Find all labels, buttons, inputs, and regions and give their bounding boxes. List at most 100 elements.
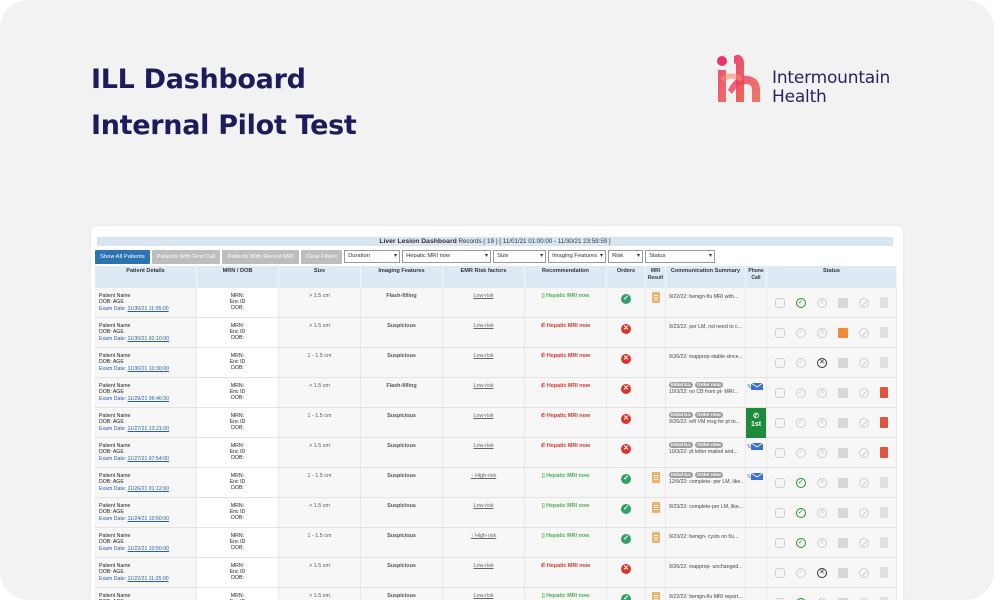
duration-select[interactable]: Duration [344,250,401,263]
calendar-icon[interactable] [838,327,849,338]
exam-date-link[interactable]: 11/27/21 07:54:00 [128,456,169,462]
ban-icon[interactable] [859,417,870,428]
x-circle-icon[interactable]: ✕ [816,387,827,398]
exam-date-link[interactable]: 11/30/21 02:10:00 [128,336,169,342]
recent-mri-button[interactable]: Patients With Recent MRI [222,249,299,264]
alarm-clock-icon[interactable] [774,447,785,458]
exam-date-link[interactable]: 11/30/21 10:30:00 [128,366,169,372]
first-call-button[interactable]: Patients With First Call [151,249,221,264]
clipboard-icon[interactable] [880,297,889,308]
comm-text[interactable]: 9/26/22: inapprop-stable since... [669,354,743,361]
clipboard-icon[interactable] [880,357,889,368]
ban-icon[interactable] [859,477,870,488]
risk-link[interactable]: Low-risk [473,293,493,299]
table-row[interactable]: Patient Name DOB: AGE Exam Date: 11/30/21 … [95,348,897,378]
comm-text[interactable]: 10/3/22: no CB from pt- MRI... [669,389,743,396]
risk-select[interactable]: Risk [608,250,644,263]
risk-link[interactable]: High-risk [471,473,496,479]
order-check-icon[interactable]: ✓ [621,594,631,600]
alarm-clock-icon[interactable] [774,507,785,518]
clipboard-icon[interactable] [880,507,889,518]
check-circle-icon[interactable]: ✓ [795,507,806,518]
order-x-icon[interactable]: ✕ [621,444,631,454]
x-circle-icon[interactable]: ✕ [816,477,827,488]
order-check-icon[interactable]: ✓ [621,504,631,514]
comm-text[interactable]: 9/23/22: per LM, nsl need to c... [669,324,743,331]
order-x-icon[interactable]: ✕ [621,564,631,574]
risk-link[interactable]: Low-risk [473,593,493,599]
calendar-icon[interactable] [838,357,849,368]
exam-date-link[interactable]: 11/30/21 11:05:00 [128,306,169,312]
mri-report-icon[interactable] [651,502,660,513]
first-call-badge[interactable]: ✆ 1st [746,408,766,438]
table-row[interactable]: Patient Name DOB: AGE Exam Date: 11/30/21 … [95,318,897,348]
size-select[interactable]: Size [493,250,547,263]
x-circle-icon[interactable]: ✕ [816,537,827,548]
comm-text[interactable]: 9/26/22: inapprop- unchanged... [669,564,743,571]
ban-icon[interactable] [859,447,870,458]
calendar-icon[interactable] [838,387,849,398]
order-x-icon[interactable]: ✕ [621,354,631,364]
exam-date[interactable]: Exam Date: 11/22/21 11:25:00 [99,576,169,582]
table-row[interactable]: Patient Name DOB: AGE Exam Date: 11/22/21 … [95,528,897,558]
x-circle-icon[interactable]: ✕ [816,327,827,338]
comm-text[interactable]: 9/23/22: complete-per LM, like... [669,504,743,511]
exam-date-link[interactable]: 11/22/21 10:50:00 [128,546,169,552]
ban-icon[interactable] [859,507,870,518]
exam-date[interactable]: Exam Date: 11/27/21 13:21:00 [99,426,169,432]
check-circle-icon[interactable]: ✓ [795,357,806,368]
risk-link[interactable]: Low-risk [473,413,493,419]
alarm-clock-icon[interactable] [774,327,785,338]
x-circle-icon[interactable]: ✕ [816,357,827,368]
alarm-clock-icon[interactable] [774,477,785,488]
exam-date[interactable]: Exam Date: 11/30/21 02:10:00 [99,336,169,342]
ban-icon[interactable] [859,297,870,308]
risk-link[interactable]: Low-risk [473,503,493,509]
x-circle-icon[interactable]: ✕ [816,567,827,578]
check-circle-icon[interactable]: ✓ [795,447,806,458]
order-x-icon[interactable]: ✕ [621,324,631,334]
table-row[interactable]: Patient Name DOB: AGE Exam Date: 11/27/21 … [95,438,897,468]
status-select[interactable]: Status [645,250,716,263]
order-x-icon[interactable]: ✕ [621,414,631,424]
table-row[interactable]: Patient Name DOB: AGE Exam Date: 11/22/21 … [95,558,897,588]
alarm-clock-icon[interactable] [774,567,785,578]
table-row[interactable]: Patient Name DOB: AGE Exam Date: 11/26/21 … [95,468,897,498]
imaging-features-select[interactable]: Imaging Features [548,250,607,263]
calendar-icon[interactable] [838,507,849,518]
ban-icon[interactable] [859,327,870,338]
table-row[interactable]: Patient Name DOB: AGE Exam Date: 11/27/21 … [95,408,897,438]
alarm-clock-icon[interactable] [774,387,785,398]
comm-text[interactable]: 12/9/22: complete- per LM, like... [669,479,743,486]
clipboard-icon[interactable] [880,537,889,548]
exam-date[interactable]: Exam Date: 11/26/21 01:12:00 [99,486,169,492]
calendar-icon[interactable] [838,477,849,488]
comm-text[interactable]: 9/22/22: benign-f/u MRI with... [669,294,743,301]
mail-icon[interactable] [747,382,765,391]
check-circle-icon[interactable]: ✓ [795,417,806,428]
x-circle-icon[interactable]: ✕ [816,507,827,518]
mri-report-icon[interactable] [651,592,660,600]
risk-link[interactable]: High-risk [471,533,496,539]
exam-date-link[interactable]: 11/27/21 13:21:00 [128,426,169,432]
ban-icon[interactable] [859,567,870,578]
risk-link[interactable]: Low-risk [473,443,493,449]
risk-link[interactable]: Low-risk [473,323,493,329]
clipboard-icon[interactable] [880,417,889,428]
clipboard-icon[interactable] [880,327,889,338]
calendar-icon[interactable] [838,297,849,308]
exam-date-link[interactable]: 11/24/21 10:50:00 [128,516,169,522]
exam-date[interactable]: Exam Date: 11/27/21 07:54:00 [99,456,169,462]
ban-icon[interactable] [859,357,870,368]
alarm-clock-icon[interactable] [774,297,785,308]
check-circle-icon[interactable]: ✓ [795,297,806,308]
mri-report-icon[interactable] [651,292,660,303]
calendar-icon[interactable] [838,417,849,428]
order-x-icon[interactable]: ✕ [621,384,631,394]
exam-date-link[interactable]: 11/29/21 06:46:00 [128,396,169,402]
table-row[interactable]: Patient Name DOB: AGE Exam Date: 11/30/21 … [95,288,897,318]
clipboard-icon[interactable] [880,567,889,578]
x-circle-icon[interactable]: ✕ [816,417,827,428]
check-circle-icon[interactable]: ✓ [795,327,806,338]
mail-icon[interactable] [747,442,765,451]
